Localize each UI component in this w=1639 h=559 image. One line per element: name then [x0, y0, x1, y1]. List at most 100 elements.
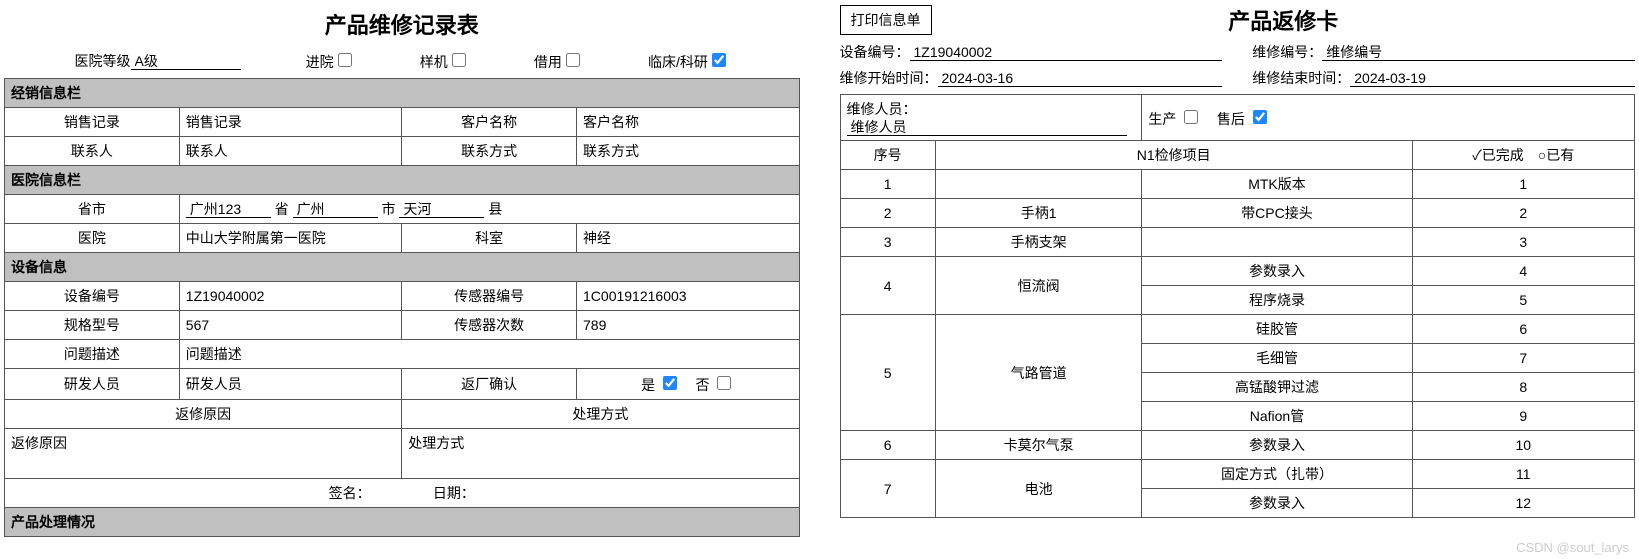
hosp-h: 医院: [5, 224, 180, 253]
sub-cell: 程序烧录: [1142, 286, 1412, 315]
entry-check: 进院: [306, 50, 355, 72]
table-row: 5气路管道硅胶管6: [840, 315, 1635, 344]
sub-cell: 带CPC接头: [1142, 199, 1412, 228]
seq-cell: 1: [840, 170, 935, 199]
end-input[interactable]: [1350, 70, 1635, 87]
sub-cell: 参数录入: [1142, 489, 1412, 518]
sub-cell: 固定方式（扎带）: [1142, 460, 1412, 489]
repair-no-input[interactable]: [1322, 44, 1635, 61]
print-button[interactable]: 打印信息单: [840, 5, 932, 35]
dev-no-line: 设备编号：: [840, 42, 1223, 62]
seq-cell: 2: [840, 199, 935, 228]
dev-no-input[interactable]: [910, 44, 1223, 61]
dev-no-v: 1Z19040002: [179, 282, 401, 311]
table-row: 2手柄1带CPC接头2: [840, 199, 1635, 228]
dept-h: 科室: [402, 224, 577, 253]
status-cell: 12: [1412, 489, 1634, 518]
sales-record-h: 销售记录: [5, 108, 180, 137]
section-hospital: 医院信息栏: [5, 166, 800, 195]
rd-v: 研发人员: [179, 369, 401, 400]
entry-checkbox[interactable]: [338, 53, 352, 67]
start-input[interactable]: [938, 70, 1223, 87]
item-cell: [935, 170, 1142, 199]
hospital-level-input[interactable]: [131, 53, 241, 70]
hospital-level: 医院等级: [75, 51, 241, 71]
handle-v: 处理方式: [402, 429, 799, 479]
dev-no-h: 设备编号: [5, 282, 180, 311]
status-cell: 2: [1412, 199, 1634, 228]
repair-no-line: 维修编号：: [1252, 42, 1635, 62]
table-row: 6卡莫尔气泵参数录入10: [840, 431, 1635, 460]
rd-h: 研发人员: [5, 369, 180, 400]
left-table: 经销信息栏 销售记录 销售记录 客户名称 客户名称 联系人 联系人 联系方式 联…: [4, 78, 800, 537]
item-cell: 恒流阀: [935, 257, 1142, 315]
cust-name-h: 客户名称: [402, 108, 577, 137]
table-row: 3手柄支架3: [840, 228, 1635, 257]
sample-checkbox[interactable]: [452, 53, 466, 67]
status-cell: 3: [1412, 228, 1634, 257]
issue-h: 问题描述: [5, 340, 180, 369]
produce-checkbox[interactable]: [1184, 110, 1198, 124]
repair-record-form: 产品维修记录表 医院等级 进院 样机 借用 临床/科研 经销信息栏 销售记录 销…: [4, 4, 800, 537]
city-input[interactable]: [293, 201, 378, 218]
section-device: 设备信息: [5, 253, 800, 282]
status-cell: 1: [1412, 170, 1634, 199]
status-cell: 7: [1412, 344, 1634, 373]
sub-cell: 参数录入: [1142, 257, 1412, 286]
produce-after-cell: 生产 售后: [1142, 95, 1635, 141]
seq-cell: 7: [840, 460, 935, 518]
status-cell: 9: [1412, 402, 1634, 431]
issue-v: 问题描述: [179, 340, 799, 369]
seq-cell: 5: [840, 315, 935, 431]
cust-name-v: 客户名称: [577, 108, 799, 137]
sensor-no-h: 传感器编号: [402, 282, 577, 311]
seq-cell: 3: [840, 228, 935, 257]
phone-h: 联系方式: [402, 137, 577, 166]
hosp-v: 中山大学附属第一医院: [179, 224, 401, 253]
sub-cell: 参数录入: [1142, 431, 1412, 460]
staff-cell: 维修人员：: [840, 95, 1142, 141]
item-cell: 手柄支架: [935, 228, 1142, 257]
right-table: 维修人员： 生产 售后 序号 N1检修项目 ✓已完成 ○已有 1MTK版本12手…: [840, 94, 1636, 518]
watermark: CSDN @sout_larys: [1516, 540, 1629, 555]
staff-input[interactable]: [847, 119, 1127, 136]
status-cell: 10: [1412, 431, 1634, 460]
sales-record-v: 销售记录: [179, 108, 401, 137]
table-row: 4恒流阀参数录入4: [840, 257, 1635, 286]
spec-v: 567: [179, 311, 401, 340]
sub-cell: [1142, 228, 1412, 257]
return-confirm-cell: 是 否: [577, 369, 799, 400]
sample-check: 样机: [420, 50, 469, 72]
left-title: 产品维修记录表: [4, 8, 800, 40]
clinical-check: 临床/科研: [648, 50, 729, 72]
col-status: ✓已完成 ○已有: [1412, 141, 1634, 170]
phone-v: 联系方式: [577, 137, 799, 166]
sensor-no-v: 1C00191216003: [577, 282, 799, 311]
item-cell: 卡莫尔气泵: [935, 431, 1142, 460]
status-cell: 5: [1412, 286, 1634, 315]
item-cell: 气路管道: [935, 315, 1142, 431]
col-seq: 序号: [840, 141, 935, 170]
sub-cell: 毛细管: [1142, 344, 1412, 373]
sub-cell: MTK版本: [1142, 170, 1412, 199]
item-cell: 电池: [935, 460, 1142, 518]
yes-checkbox[interactable]: [663, 376, 677, 390]
status-cell: 8: [1412, 373, 1634, 402]
right-title: 产品返修卡: [932, 4, 1636, 36]
borrow-checkbox[interactable]: [566, 53, 580, 67]
contact-h: 联系人: [5, 137, 180, 166]
prov-input[interactable]: [186, 201, 271, 218]
sub-cell: 高锰酸钾过滤: [1142, 373, 1412, 402]
county-input[interactable]: [399, 201, 484, 218]
sensor-cnt-v: 789: [577, 311, 799, 340]
seq-cell: 4: [840, 257, 935, 315]
sign-date-row: 签名： 日期：: [5, 479, 800, 508]
item-cell: 手柄1: [935, 199, 1142, 228]
after-checkbox[interactable]: [1253, 110, 1267, 124]
status-cell: 6: [1412, 315, 1634, 344]
clinical-checkbox[interactable]: [712, 53, 726, 67]
no-checkbox[interactable]: [717, 376, 731, 390]
sub-cell: 硅胶管: [1142, 315, 1412, 344]
section-product: 产品处理情况: [5, 508, 800, 537]
sensor-cnt-h: 传感器次数: [402, 311, 577, 340]
